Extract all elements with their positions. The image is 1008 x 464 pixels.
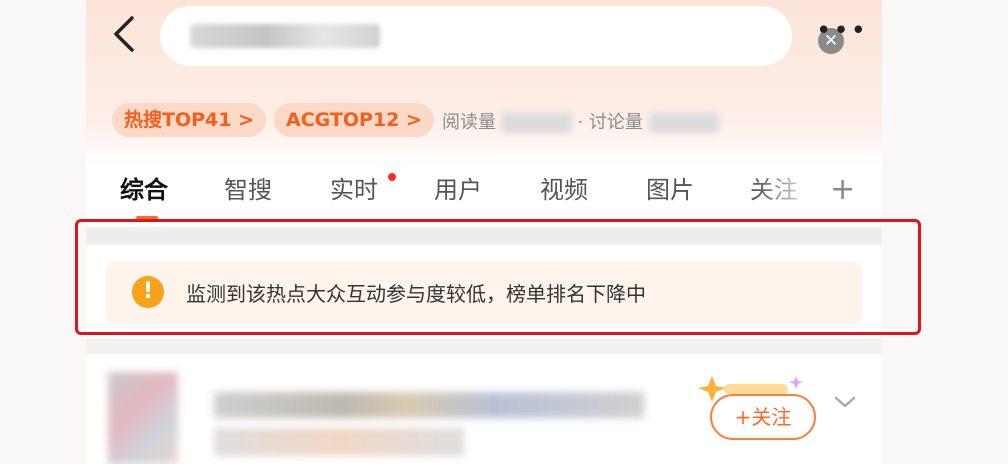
section-divider-lower xyxy=(86,338,882,354)
avatar[interactable] xyxy=(108,372,178,464)
tab-comprehensive[interactable]: 综合 xyxy=(120,170,168,210)
hot-search-rank-badge[interactable]: 热搜TOP41 > xyxy=(112,103,267,137)
chevron-left-icon xyxy=(114,16,134,52)
follow-button[interactable]: +关注 xyxy=(710,394,816,440)
topic-stats: 阅读量 · 讨论量 xyxy=(442,109,719,137)
blurred-read-count xyxy=(501,113,572,133)
acg-rank-badge[interactable]: ACGTOP12 > xyxy=(274,103,434,137)
back-button[interactable] xyxy=(106,14,146,54)
left-backdrop xyxy=(0,0,86,464)
blurred-username xyxy=(214,392,644,418)
tab-realtime[interactable]: 实时 xyxy=(330,170,378,210)
add-tab-button[interactable]: + xyxy=(830,170,855,210)
tab-videos[interactable]: 视频 xyxy=(540,170,588,210)
blurred-search-query xyxy=(190,24,380,48)
chevron-down-icon[interactable] xyxy=(832,392,858,412)
highlight-annotation-box xyxy=(75,219,921,335)
tab-users[interactable]: 用户 xyxy=(434,170,482,210)
blurred-post-meta xyxy=(214,428,464,456)
read-count-label: 阅读量 xyxy=(442,112,496,133)
search-bar[interactable]: ✕ xyxy=(160,6,844,66)
tab-smart-search[interactable]: 智搜 xyxy=(224,170,272,210)
blurred-discuss-count xyxy=(648,113,719,133)
more-options-button[interactable]: ••• xyxy=(816,18,866,48)
tab-images[interactable]: 图片 xyxy=(646,170,694,210)
new-content-dot xyxy=(388,173,396,181)
discuss-count-label: · 讨论量 xyxy=(577,112,643,133)
